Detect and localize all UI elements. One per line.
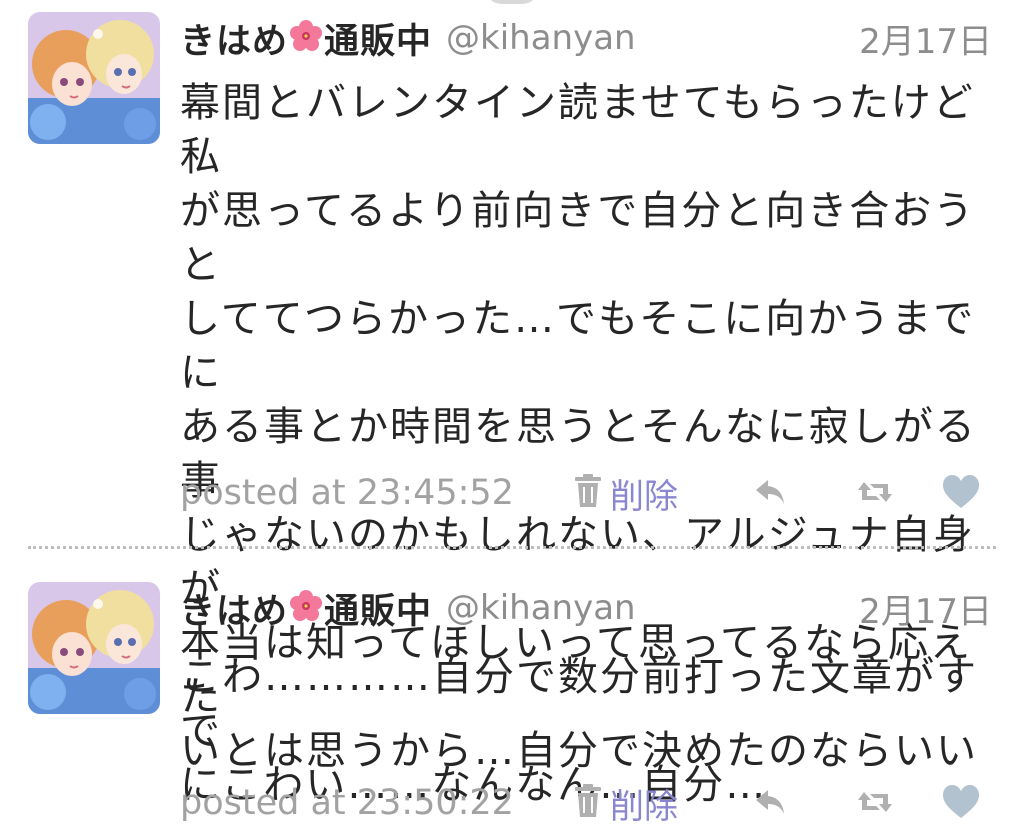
trash-icon (572, 473, 604, 513)
delete-button[interactable]: 削除 (572, 778, 678, 828)
tweet-text-line: が思ってるより前向きで自分と向き合おうと (180, 188, 976, 288)
user-handle[interactable]: @kihanyan (446, 18, 636, 58)
tweet-text-line: しててつらかった…でもそこに向かうまでに (180, 296, 976, 396)
pull-indicator (484, 0, 540, 4)
display-name[interactable]: きはめ (180, 13, 288, 64)
tweet-text-line: こわ…………自分で数分前打った文章がすで (180, 654, 978, 754)
posted-at: posted at 23:45:52 (180, 473, 514, 513)
display-name[interactable]: きはめ (180, 583, 288, 634)
avatar[interactable] (28, 582, 160, 714)
reply-icon[interactable] (750, 472, 792, 512)
retweet-icon[interactable] (854, 472, 896, 512)
retweet-icon[interactable] (854, 782, 896, 822)
reply-icon[interactable] (750, 782, 792, 822)
heart-icon[interactable] (940, 472, 982, 512)
tweet-date[interactable]: 2月17日 (859, 584, 992, 633)
heart-icon[interactable] (940, 782, 982, 822)
avatar[interactable] (28, 12, 160, 144)
timeline: きはめ 通販中 @kihanyan 2月17日 幕間とバレンタイン読ませてもらっ… (0, 0, 1024, 834)
tweet-date[interactable]: 2月17日 (859, 14, 992, 63)
delete-label[interactable]: 削除 (610, 779, 678, 828)
trash-icon (572, 783, 604, 823)
tweet-separator (28, 546, 996, 549)
tweet-text-line: 幕間とバレンタイン読ませてもらったけど私 (180, 80, 975, 180)
user-handle[interactable]: @kihanyan (446, 588, 636, 628)
posted-at: posted at 23:50:22 (180, 783, 514, 823)
delete-button[interactable]: 削除 (572, 468, 678, 518)
hibiscus-icon (289, 19, 323, 57)
display-name-suffix[interactable]: 通販中 (324, 13, 432, 64)
hibiscus-icon (289, 589, 323, 627)
display-name-suffix[interactable]: 通販中 (324, 583, 432, 634)
delete-label[interactable]: 削除 (610, 469, 678, 518)
